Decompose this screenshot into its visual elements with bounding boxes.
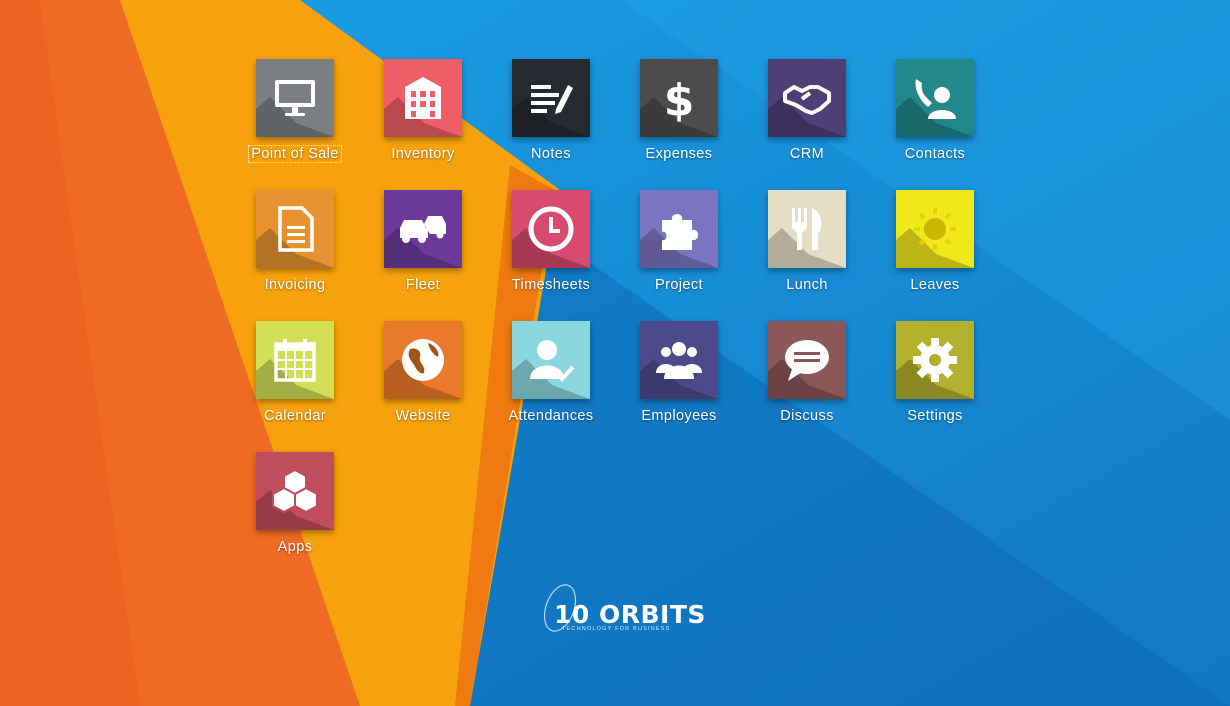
app-label: Fleet (368, 277, 478, 293)
app-employees[interactable]: Employees (624, 321, 734, 439)
app-tile[interactable] (512, 321, 590, 399)
app-label-text: Contacts (904, 146, 966, 162)
globe-icon (402, 339, 444, 381)
cars-icon (400, 216, 446, 243)
app-settings[interactable]: Settings (880, 321, 990, 439)
app-tile[interactable] (384, 190, 462, 268)
dollar-icon: $ (664, 75, 695, 123)
app-tile[interactable] (256, 59, 334, 137)
calendar-icon (274, 339, 316, 382)
app-label-text: Leaves (910, 277, 960, 293)
app-label-text: Employees (641, 408, 717, 424)
app-tile[interactable] (768, 321, 846, 399)
app-crm[interactable]: CRM (752, 59, 862, 177)
app-label: Project (624, 277, 734, 293)
app-label-text: Website (395, 408, 451, 424)
app-leaves[interactable]: Leaves (880, 190, 990, 308)
user-check-icon (530, 340, 575, 382)
svg-text:$: $ (664, 75, 695, 123)
app-label-text: Attendances (508, 408, 594, 424)
app-tile[interactable] (768, 59, 846, 137)
app-inventory[interactable]: Inventory (368, 59, 478, 177)
app-calendar[interactable]: Calendar (240, 321, 350, 439)
app-label: Timesheets (496, 277, 606, 293)
app-label: Leaves (880, 277, 990, 293)
cubes-icon (272, 468, 318, 514)
app-label: Apps (240, 539, 350, 555)
app-label-text: Fleet (405, 277, 441, 293)
app-tile[interactable]: $ (640, 59, 718, 137)
sun-icon (914, 208, 956, 250)
monitor-icon (275, 80, 315, 116)
app-tile[interactable] (640, 321, 718, 399)
fork-knife-icon (792, 208, 822, 250)
app-label: Invoicing (240, 277, 350, 293)
app-tile[interactable] (640, 190, 718, 268)
app-label-text: Calendar (263, 408, 327, 424)
app-label: Employees (624, 408, 734, 424)
logo-text: 10 ORBITS (554, 600, 706, 629)
app-discuss[interactable]: Discuss (752, 321, 862, 439)
app-label: Contacts (880, 146, 990, 162)
building-icon (405, 77, 441, 119)
app-label-text: Invoicing (264, 277, 326, 293)
app-apps[interactable]: Apps (240, 452, 350, 570)
app-lunch[interactable]: Lunch (752, 190, 862, 308)
chat-bubble-icon (785, 340, 829, 381)
app-label: Discuss (752, 408, 862, 424)
app-label-text: Notes (531, 146, 571, 162)
app-attendances[interactable]: Attendances (496, 321, 606, 439)
app-label-text: Project (655, 277, 703, 293)
contacts-phone-icon (915, 79, 956, 119)
puzzle-icon (662, 214, 698, 250)
app-label-text: Inventory (391, 146, 455, 162)
app-point-of-sale[interactable]: Point of Sale (240, 59, 350, 177)
app-label-text: Point of Sale (248, 145, 342, 163)
company-logo: 10 ORBITS TECHNOLOGY FOR BUSINESS (540, 580, 705, 638)
app-label: CRM (752, 146, 862, 162)
app-label-text: Timesheets (511, 277, 591, 293)
app-label-text: Expenses (645, 146, 713, 162)
app-tile[interactable] (384, 59, 462, 137)
app-expenses[interactable]: $ Expenses (624, 59, 734, 177)
app-timesheets[interactable]: Timesheets (496, 190, 606, 308)
app-notes[interactable]: Notes (496, 59, 606, 177)
app-label: Settings (880, 408, 990, 424)
app-label: Calendar (240, 408, 350, 424)
app-label: Point of Sale (240, 145, 350, 163)
app-tile[interactable] (896, 59, 974, 137)
app-label-text: Discuss (780, 408, 834, 424)
app-contacts[interactable]: Contacts (880, 59, 990, 177)
app-invoicing[interactable]: Invoicing (240, 190, 350, 308)
app-project[interactable]: Project (624, 190, 734, 308)
app-tile[interactable] (256, 452, 334, 530)
clock-icon (528, 206, 574, 252)
app-label-text: Lunch (786, 277, 828, 293)
people-icon (656, 342, 702, 379)
handshake-icon (783, 85, 831, 115)
app-label-text: Settings (907, 408, 963, 424)
app-label-text: Apps (277, 539, 313, 555)
app-website[interactable]: Website (368, 321, 478, 439)
app-tile[interactable] (768, 190, 846, 268)
app-tile[interactable] (896, 190, 974, 268)
app-label: Notes (496, 146, 606, 162)
app-tile[interactable] (512, 190, 590, 268)
gear-icon (913, 338, 957, 382)
app-tile[interactable] (896, 321, 974, 399)
app-tile[interactable] (384, 321, 462, 399)
app-label: Expenses (624, 146, 734, 162)
app-tile[interactable] (512, 59, 590, 137)
app-label-text: CRM (789, 146, 825, 162)
app-tile[interactable] (256, 190, 334, 268)
app-label: Attendances (496, 408, 606, 424)
app-label: Inventory (368, 146, 478, 162)
app-label: Website (368, 408, 478, 424)
logo-tagline: TECHNOLOGY FOR BUSINESS (562, 626, 671, 632)
app-label: Lunch (752, 277, 862, 293)
notes-pencil-icon (531, 85, 573, 114)
document-icon (278, 206, 314, 252)
app-fleet[interactable]: Fleet (368, 190, 478, 308)
app-tile[interactable] (256, 321, 334, 399)
